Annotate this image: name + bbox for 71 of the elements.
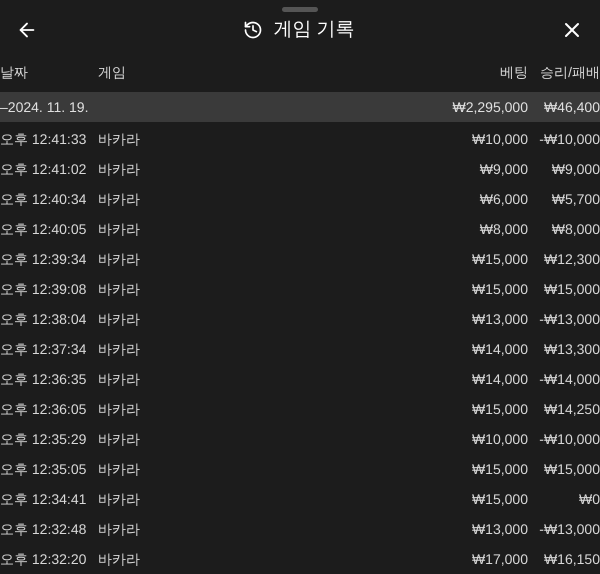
- bet-cell-text: ₩6,000: [478, 190, 528, 208]
- game-cell-text: 바카라: [98, 310, 141, 328]
- bet-cell-text: ₩14,000: [470, 340, 528, 358]
- bet-cell-text: ₩15,000: [470, 280, 528, 298]
- game-cell-text: 바카라: [98, 280, 141, 298]
- time-cell-text: 오후 12:37:34: [0, 340, 88, 358]
- time-cell-text: 오후 12:32:20: [0, 550, 88, 568]
- time-cell-text: 오후 12:32:48: [0, 520, 88, 538]
- result-cell-text: ₩16,150: [542, 550, 600, 568]
- result-cell-text: -₩13,000: [538, 520, 600, 538]
- bet-cell-text: ₩10,000: [470, 430, 528, 448]
- bet-cell-text: ₩17,000: [470, 550, 528, 568]
- game-cell-text: 바카라: [98, 460, 141, 478]
- bet-cell-text: ₩10,000: [470, 130, 528, 148]
- bet-cell-text: ₩8,000: [478, 220, 528, 238]
- column-header: 게임: [98, 62, 127, 82]
- bet-cell-text: ₩15,000: [470, 250, 528, 268]
- game-cell-text: 바카라: [98, 400, 141, 418]
- result-cell-text: ₩13,300: [542, 340, 600, 358]
- game-cell-text: 바카라: [98, 160, 141, 178]
- bet-cell-text: ₩14,000: [470, 370, 528, 388]
- time-cell-text: 오후 12:41:33: [0, 130, 88, 148]
- game-cell-text: 바카라: [98, 190, 141, 208]
- time-cell-text: 오후 12:36:35: [0, 370, 88, 388]
- time-cell-text: 오후 12:40:34: [0, 190, 88, 208]
- time-cell-text: 오후 12:41:02: [0, 160, 88, 178]
- bet-cell-text: ₩15,000: [470, 460, 528, 478]
- game-cell-text: 바카라: [98, 250, 141, 268]
- bet-cell-text: ₩15,000: [470, 400, 528, 418]
- time-cell-text: 오후 12:40:05: [0, 220, 88, 238]
- time-cell-text: 오후 12:35:29: [0, 430, 88, 448]
- game-cell-text: 바카라: [98, 430, 141, 448]
- bet-cell-text: ₩13,000: [470, 520, 528, 538]
- total-result: ₩46,400: [542, 98, 600, 116]
- column-header: 승리/패배: [539, 62, 600, 82]
- game-cell-text: 바카라: [98, 490, 141, 508]
- window-title: 게임 기록: [273, 18, 355, 42]
- bet-cell-text: ₩13,000: [470, 310, 528, 328]
- result-cell-text: ₩15,000: [542, 460, 600, 478]
- result-cell-text: -₩10,000: [538, 430, 600, 448]
- result-cell-text: ₩5,700: [550, 190, 600, 208]
- result-cell-text: ₩14,250: [542, 400, 600, 418]
- total-bet: ₩2,295,000: [452, 98, 528, 116]
- game-cell-text: 바카라: [98, 550, 141, 568]
- history-icon: [243, 20, 264, 40]
- result-cell-text: ₩9,000: [550, 160, 600, 178]
- result-cell-text: -₩13,000: [538, 310, 600, 328]
- time-cell-text: 오후 12:39:08: [0, 280, 88, 298]
- column-header: 날짜: [0, 62, 29, 82]
- time-cell-text: 오후 12:35:05: [0, 460, 88, 478]
- time-cell-text: 오후 12:34:41: [0, 490, 88, 508]
- time-cell-text: 오후 12:38:04: [0, 310, 88, 328]
- bet-cell-text: ₩9,000: [478, 160, 528, 178]
- bet-cell-text: ₩15,000: [470, 490, 528, 508]
- date-cell-text: –2024. 11. 19.: [0, 98, 90, 116]
- time-cell-text: 오후 12:39:34: [0, 250, 88, 268]
- date-group-row[interactable]: –2024. 11. 19. ₩2,295,000 ₩46,400: [0, 92, 600, 122]
- game-cell-text: 바카라: [98, 130, 141, 148]
- time-cell-text: 오후 12:36:05: [0, 400, 88, 418]
- column-header: 베팅: [499, 62, 528, 82]
- game-cell-text: 바카라: [98, 340, 141, 358]
- result-cell-text: -₩14,000: [538, 370, 600, 388]
- result-cell-text: ₩12,300: [542, 250, 600, 268]
- result-cell-text: ₩0: [578, 490, 600, 508]
- game-cell-text: 바카라: [98, 220, 141, 238]
- game-cell-text: 바카라: [98, 520, 141, 538]
- result-cell-text: ₩15,000: [542, 280, 600, 298]
- drag-handle[interactable]: [282, 7, 318, 12]
- result-cell-text: -₩10,000: [538, 130, 600, 148]
- game-cell-text: 바카라: [98, 370, 141, 388]
- result-cell-text: ₩8,000: [550, 220, 600, 238]
